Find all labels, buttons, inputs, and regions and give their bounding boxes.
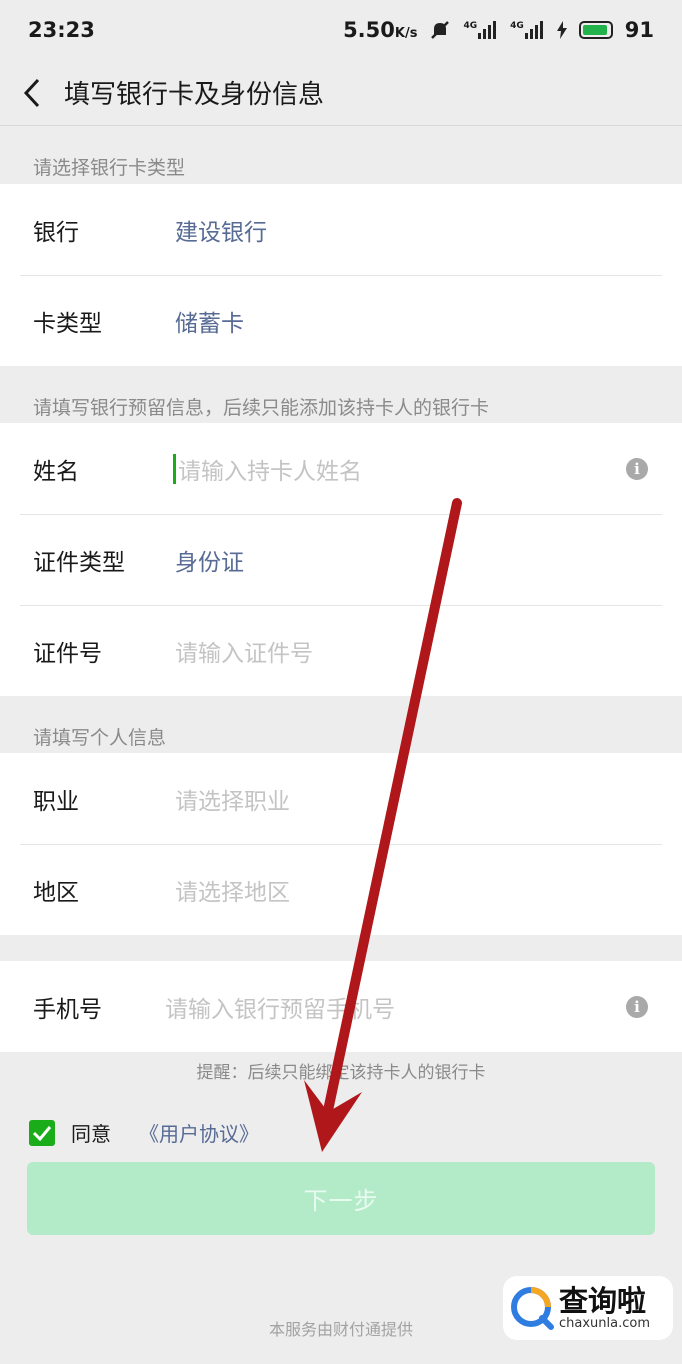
name-input[interactable]: 请输入持卡人姓名 [178, 452, 362, 486]
personal-info-group: 职业 请选择职业 地区 请选择地区 [0, 753, 682, 935]
card-type-value: 储蓄卡 [175, 310, 244, 337]
phone-row: 手机号 请输入银行预留手机号 i [0, 961, 682, 1052]
next-button[interactable]: 下一步 [27, 1162, 655, 1235]
bank-value: 建设银行 [175, 219, 267, 246]
id-type-label: 证件类型 [33, 549, 125, 576]
region-select[interactable]: 请选择地区 [175, 873, 290, 907]
id-number-row: 证件号 请输入证件号 [0, 605, 682, 696]
text-cursor [173, 453, 176, 484]
occupation-select[interactable]: 请选择职业 [175, 782, 290, 816]
agreement: 同意 《用户协议》 [29, 1118, 259, 1147]
bank-label: 银行 [33, 219, 79, 246]
phone-group: 手机号 请输入银行预留手机号 i [0, 961, 682, 1052]
section-header-personal-info: 请填写个人信息 [33, 727, 167, 749]
nav-bar: 填写银行卡及身份信息 [0, 60, 682, 126]
binding-hint: 提醒：后续只能绑定该持卡人的银行卡 [196, 1063, 486, 1083]
section-header-reserved-info: 请填写银行预留信息，后续只能添加该持卡人的银行卡 [33, 397, 490, 419]
mute-icon [431, 21, 450, 39]
signal-2-label: 4G [510, 21, 524, 31]
name-label: 姓名 [33, 458, 79, 485]
agree-checkbox[interactable] [29, 1119, 55, 1146]
info-icon[interactable]: i [626, 457, 648, 480]
phone-label: 手机号 [33, 996, 102, 1023]
watermark-title: 查询啦 [559, 1284, 647, 1318]
network-speed-unit: K/s [394, 26, 418, 41]
region-row[interactable]: 地区 请选择地区 [0, 844, 682, 935]
id-type-row[interactable]: 证件类型 身份证 [0, 514, 682, 605]
bank-row[interactable]: 银行 建设银行 [0, 184, 682, 275]
checkmark-icon [32, 1125, 52, 1141]
back-button[interactable] [2, 60, 62, 126]
id-number-input[interactable]: 请输入证件号 [175, 634, 313, 668]
name-row: 姓名 请输入持卡人姓名 i [0, 423, 682, 514]
user-agreement-link[interactable]: 《用户协议》 [139, 1118, 259, 1147]
battery-fill [582, 25, 607, 35]
signal-icon [524, 21, 543, 39]
watermark: 查询啦 chaxunla.com [503, 1276, 673, 1340]
watermark-url: chaxunla.com [559, 1316, 650, 1331]
id-number-label: 证件号 [33, 640, 102, 667]
region-label: 地区 [33, 879, 79, 906]
reserved-info-group: 姓名 请输入持卡人姓名 i 证件类型 身份证 证件号 请输入证件号 [0, 423, 682, 696]
chevron-left-icon [23, 78, 40, 107]
status-icons: 5.50K/s 4G 4G 91 [343, 18, 654, 42]
card-type-row[interactable]: 卡类型 储蓄卡 [0, 275, 682, 366]
occupation-label: 职业 [33, 788, 79, 815]
status-time: 23:23 [28, 18, 95, 42]
signal-2: 4G [510, 21, 545, 39]
signal-1: 4G [463, 21, 498, 39]
signal-icon [478, 21, 497, 39]
info-icon[interactable]: i [626, 995, 648, 1018]
card-type-group: 银行 建设银行 卡类型 储蓄卡 [0, 184, 682, 366]
search-logo-icon [511, 1287, 554, 1330]
battery-percent: 91 [624, 18, 654, 42]
network-speed-value: 5.50 [343, 18, 395, 42]
occupation-row[interactable]: 职业 请选择职业 [0, 753, 682, 844]
id-type-value: 身份证 [175, 549, 244, 576]
charging-icon [556, 21, 567, 39]
signal-1-label: 4G [463, 21, 478, 31]
card-type-label: 卡类型 [33, 310, 102, 337]
phone-input[interactable]: 请输入银行预留手机号 [165, 990, 395, 1024]
page-title: 填写银行卡及身份信息 [64, 80, 325, 110]
agree-label: 同意 [71, 1122, 111, 1146]
section-header-card-type: 请选择银行卡类型 [33, 157, 186, 179]
battery-icon [578, 21, 613, 39]
watermark-text: 查询啦 chaxunla.com [559, 1285, 650, 1331]
network-speed: 5.50K/s [343, 18, 417, 42]
status-bar: 23:23 5.50K/s 4G 4G 91 [0, 0, 682, 60]
